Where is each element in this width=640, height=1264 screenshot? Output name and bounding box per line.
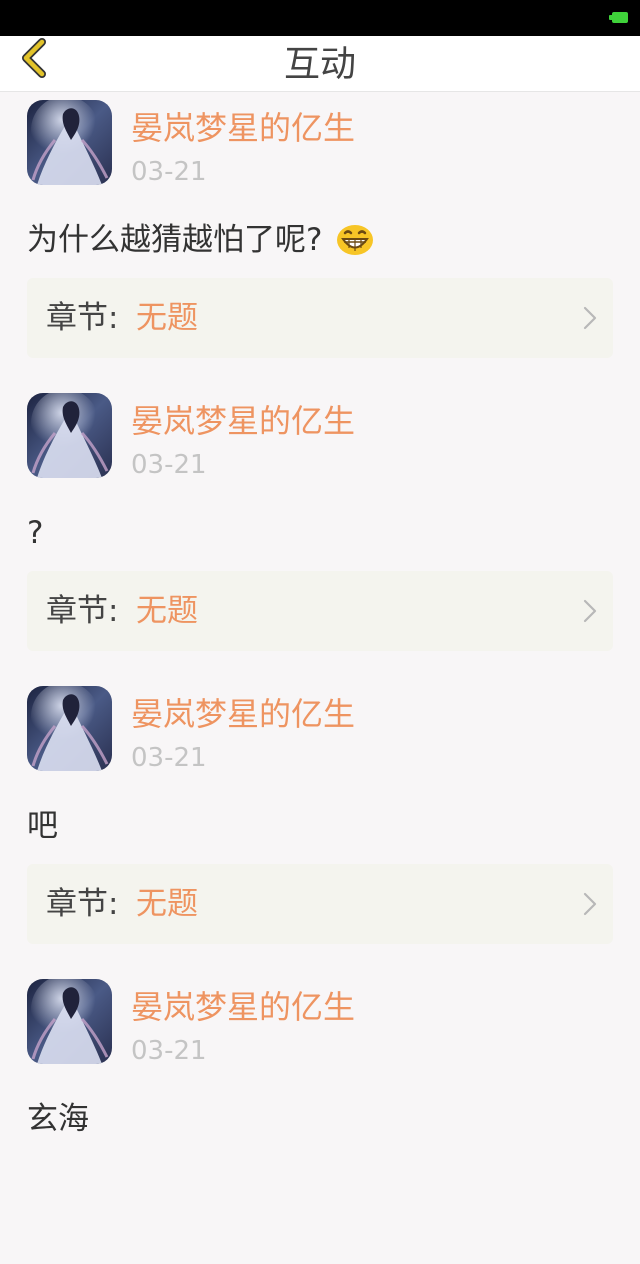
chapter-link[interactable]: 章节: 无题: [27, 278, 613, 358]
comment-date: 03-21: [131, 450, 207, 480]
avatar[interactable]: [27, 979, 112, 1064]
avatar[interactable]: [27, 100, 112, 185]
comment-text: 玄海: [27, 1101, 89, 1137]
comment-text: 吧: [27, 808, 58, 844]
comment-item: 晏岚梦星的亿生 03-21 为什么越猜越怕了呢? 章节: 无题: [0, 92, 640, 385]
comment-text: ?: [27, 515, 44, 551]
chapter-title: 无题: [136, 300, 198, 336]
battery-icon: [609, 12, 628, 23]
chevron-right-icon: [583, 306, 597, 330]
interaction-feed: 晏岚梦星的亿生 03-21 为什么越猜越怕了呢? 章节: 无题 晏岚梦星的亿生 …: [0, 92, 640, 1264]
chapter-label: 章节:: [46, 886, 119, 922]
status-bar: [0, 0, 640, 36]
comment-date: 03-21: [131, 1036, 207, 1066]
comment-item: 晏岚梦星的亿生 03-21 ? 章节: 无题: [0, 385, 640, 678]
chapter-title: 无题: [136, 593, 198, 629]
comment-text: 为什么越猜越怕了呢?: [27, 218, 374, 262]
avatar[interactable]: [27, 686, 112, 771]
comment-date: 03-21: [131, 157, 207, 187]
chevron-right-icon: [583, 599, 597, 623]
grinning-face-icon: [337, 225, 374, 255]
top-bar: 互动: [0, 36, 640, 92]
chapter-title: 无题: [136, 886, 198, 922]
comment-item: 晏岚梦星的亿生 03-21 玄海: [0, 971, 640, 1264]
comment-item: 晏岚梦星的亿生 03-21 吧 章节: 无题: [0, 678, 640, 971]
chapter-link[interactable]: 章节: 无题: [27, 571, 613, 651]
username[interactable]: 晏岚梦星的亿生: [131, 401, 355, 441]
chapter-label: 章节:: [46, 593, 119, 629]
username[interactable]: 晏岚梦星的亿生: [131, 694, 355, 734]
chevron-right-icon: [583, 892, 597, 916]
username[interactable]: 晏岚梦星的亿生: [131, 987, 355, 1027]
page-title: 互动: [283, 44, 356, 85]
username[interactable]: 晏岚梦星的亿生: [131, 108, 355, 148]
comment-text-value: 为什么越猜越怕了呢?: [27, 222, 323, 258]
chapter-link[interactable]: 章节: 无题: [27, 864, 613, 944]
comment-date: 03-21: [131, 743, 207, 773]
avatar[interactable]: [27, 393, 112, 478]
chapter-label: 章节:: [46, 300, 119, 336]
